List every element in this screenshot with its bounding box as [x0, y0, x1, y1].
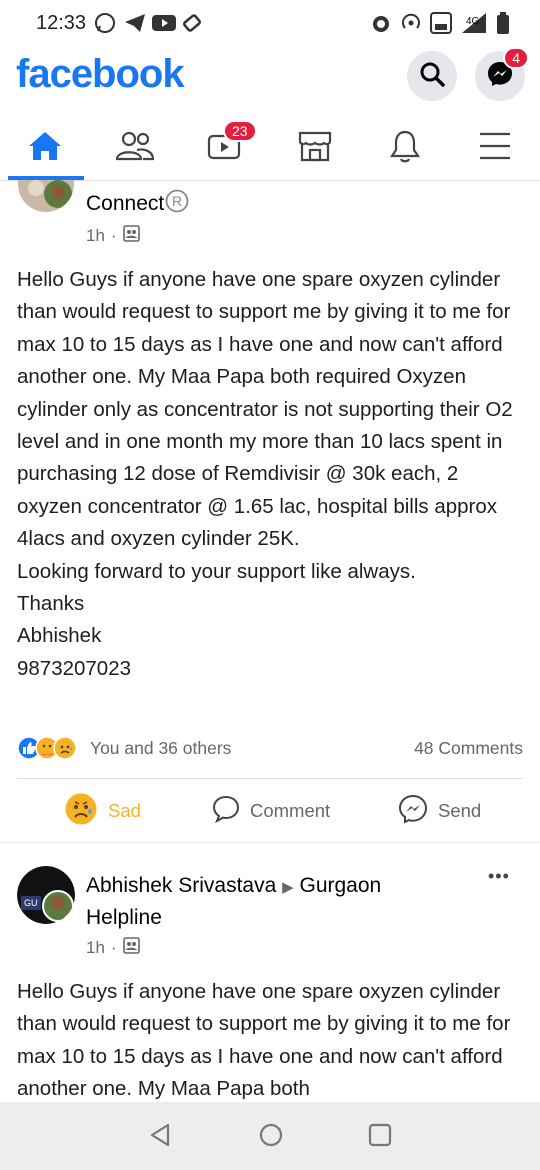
comment-button[interactable]: Comment — [212, 794, 330, 828]
home-nav-icon[interactable] — [258, 1122, 284, 1153]
post2-group[interactable]: Gurgaon — [300, 874, 382, 897]
tab-home[interactable] — [13, 126, 77, 170]
group-privacy-icon — [122, 225, 140, 247]
tab-marketplace[interactable] — [283, 126, 347, 170]
post2-author[interactable]: Abhishek Srivastava — [86, 874, 276, 897]
tab-menu[interactable] — [463, 126, 527, 170]
back-icon[interactable] — [148, 1122, 172, 1153]
registered-icon: R — [165, 189, 189, 219]
facebook-logo[interactable]: facebook — [16, 52, 185, 97]
sad-face-icon — [64, 792, 98, 831]
post1-group-name[interactable]: Connect R — [86, 189, 189, 219]
post-separator — [0, 842, 540, 843]
post2-header: Abhishek Srivastava ▶ Gurgaon Helpline — [86, 871, 446, 933]
sad-label: Sad — [108, 800, 141, 821]
system-navigation-bar — [0, 1102, 540, 1170]
tab-watch[interactable]: 23 — [193, 120, 257, 170]
arrow-right-icon: ▶ — [282, 879, 294, 896]
sad-reaction-button[interactable]: Sad — [64, 792, 141, 831]
status-bar: 12:33 4G — [0, 0, 540, 46]
post2-avatar[interactable]: GU — [17, 866, 75, 924]
send-label: Send — [438, 800, 482, 821]
main-nav: 23 — [0, 118, 540, 181]
post1-divider — [17, 778, 523, 779]
comments-count[interactable]: 48 Comments — [414, 738, 523, 759]
reactions-summary[interactable]: You and 36 others — [90, 738, 231, 759]
search-button[interactable] — [407, 51, 457, 101]
bell-icon — [388, 128, 422, 169]
post2-meta: 1h · — [86, 937, 140, 959]
ticket-icon — [182, 12, 202, 34]
post1-time[interactable]: 1h — [86, 226, 105, 246]
alarm-icon — [370, 12, 392, 34]
sad-reaction-icon — [53, 736, 77, 765]
comment-icon — [212, 795, 240, 828]
comment-label: Comment — [250, 800, 331, 821]
watch-badge: 23 — [223, 120, 257, 142]
send-button[interactable]: Send — [398, 794, 481, 828]
svg-text:GU: GU — [24, 898, 38, 908]
post2-text: Hello Guys if anyone have one spare oxyz… — [17, 980, 517, 1101]
messenger-send-icon — [398, 794, 428, 829]
recents-icon[interactable] — [368, 1122, 392, 1153]
post1-text: Hello Guys if anyone have one spare oxyz… — [17, 268, 513, 680]
youtube-icon — [152, 12, 176, 34]
volte-icon — [430, 12, 452, 34]
battery-icon — [496, 12, 510, 34]
menu-icon — [478, 131, 512, 166]
post2-more-options[interactable]: ••• — [488, 866, 510, 887]
post1-avatar[interactable] — [18, 180, 74, 212]
telegram-icon — [124, 12, 146, 34]
tab-notifications[interactable] — [373, 126, 437, 170]
friends-icon — [115, 130, 155, 167]
post1-reactions-row[interactable]: You and 36 others 48 Comments — [17, 734, 523, 764]
status-time: 12:33 — [36, 12, 87, 34]
network-type: 4G — [466, 15, 480, 27]
marketplace-icon — [297, 129, 333, 168]
hotspot-icon — [400, 12, 422, 34]
svg-text:R: R — [172, 193, 182, 209]
messenger-button[interactable]: 4 — [475, 47, 529, 101]
group-privacy-icon — [122, 937, 140, 959]
search-icon — [419, 61, 445, 92]
post1-meta: 1h · — [86, 225, 140, 247]
home-icon — [27, 130, 63, 167]
post2-group-line2[interactable]: Helpline — [86, 906, 162, 929]
tab-friends[interactable] — [103, 126, 167, 170]
whatsapp-icon — [94, 12, 116, 34]
messenger-badge: 4 — [503, 47, 529, 69]
post2-time[interactable]: 1h — [86, 938, 105, 958]
